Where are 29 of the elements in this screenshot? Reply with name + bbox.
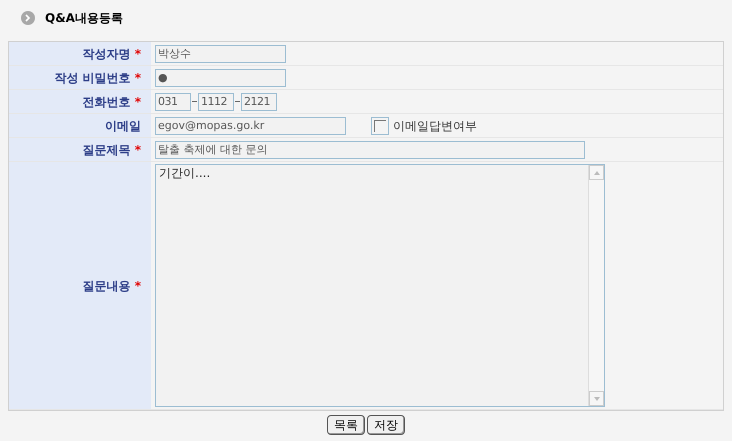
field-label: 이메일 xyxy=(105,118,141,134)
required-mark: * xyxy=(134,94,141,110)
text-field[interactable]: 박상수 xyxy=(155,44,286,62)
phone-field[interactable]: 2121 xyxy=(241,92,277,110)
phone-field[interactable]: 1112 xyxy=(198,92,234,110)
email-field[interactable]: egov@mopas.go.kr xyxy=(155,116,346,134)
checkbox[interactable] xyxy=(371,116,389,134)
scroll-up-icon[interactable] xyxy=(589,165,604,180)
field-label: 질문제목 xyxy=(82,142,131,158)
subject-field[interactable]: 탈출 축제에 대한 문의 xyxy=(155,140,585,158)
chevron-icon xyxy=(21,11,35,25)
field-label: 질문내용 xyxy=(82,278,131,294)
text-area[interactable]: 기간이.... xyxy=(155,164,605,407)
form-button[interactable]: 저장 xyxy=(367,415,405,435)
page-title: Q&A내용등록 xyxy=(45,10,123,27)
text-value: 기간이.... xyxy=(158,165,212,182)
password-field[interactable]: ● xyxy=(155,68,286,86)
field-label: 작성자명 xyxy=(82,46,131,62)
required-mark: * xyxy=(134,278,141,294)
required-mark: * xyxy=(134,142,141,158)
checkbox-label: 이메일답변여부 xyxy=(393,118,477,134)
required-mark: * xyxy=(134,70,141,86)
field-label: 작성 비밀번호 xyxy=(54,70,131,86)
field-label: 전화번호 xyxy=(82,94,131,110)
phone-field[interactable]: 031 xyxy=(155,92,191,110)
required-mark: * xyxy=(134,46,141,62)
form-button[interactable]: 목록 xyxy=(327,415,365,435)
scrollbar[interactable] xyxy=(588,165,604,406)
scroll-down-icon[interactable] xyxy=(589,391,604,406)
